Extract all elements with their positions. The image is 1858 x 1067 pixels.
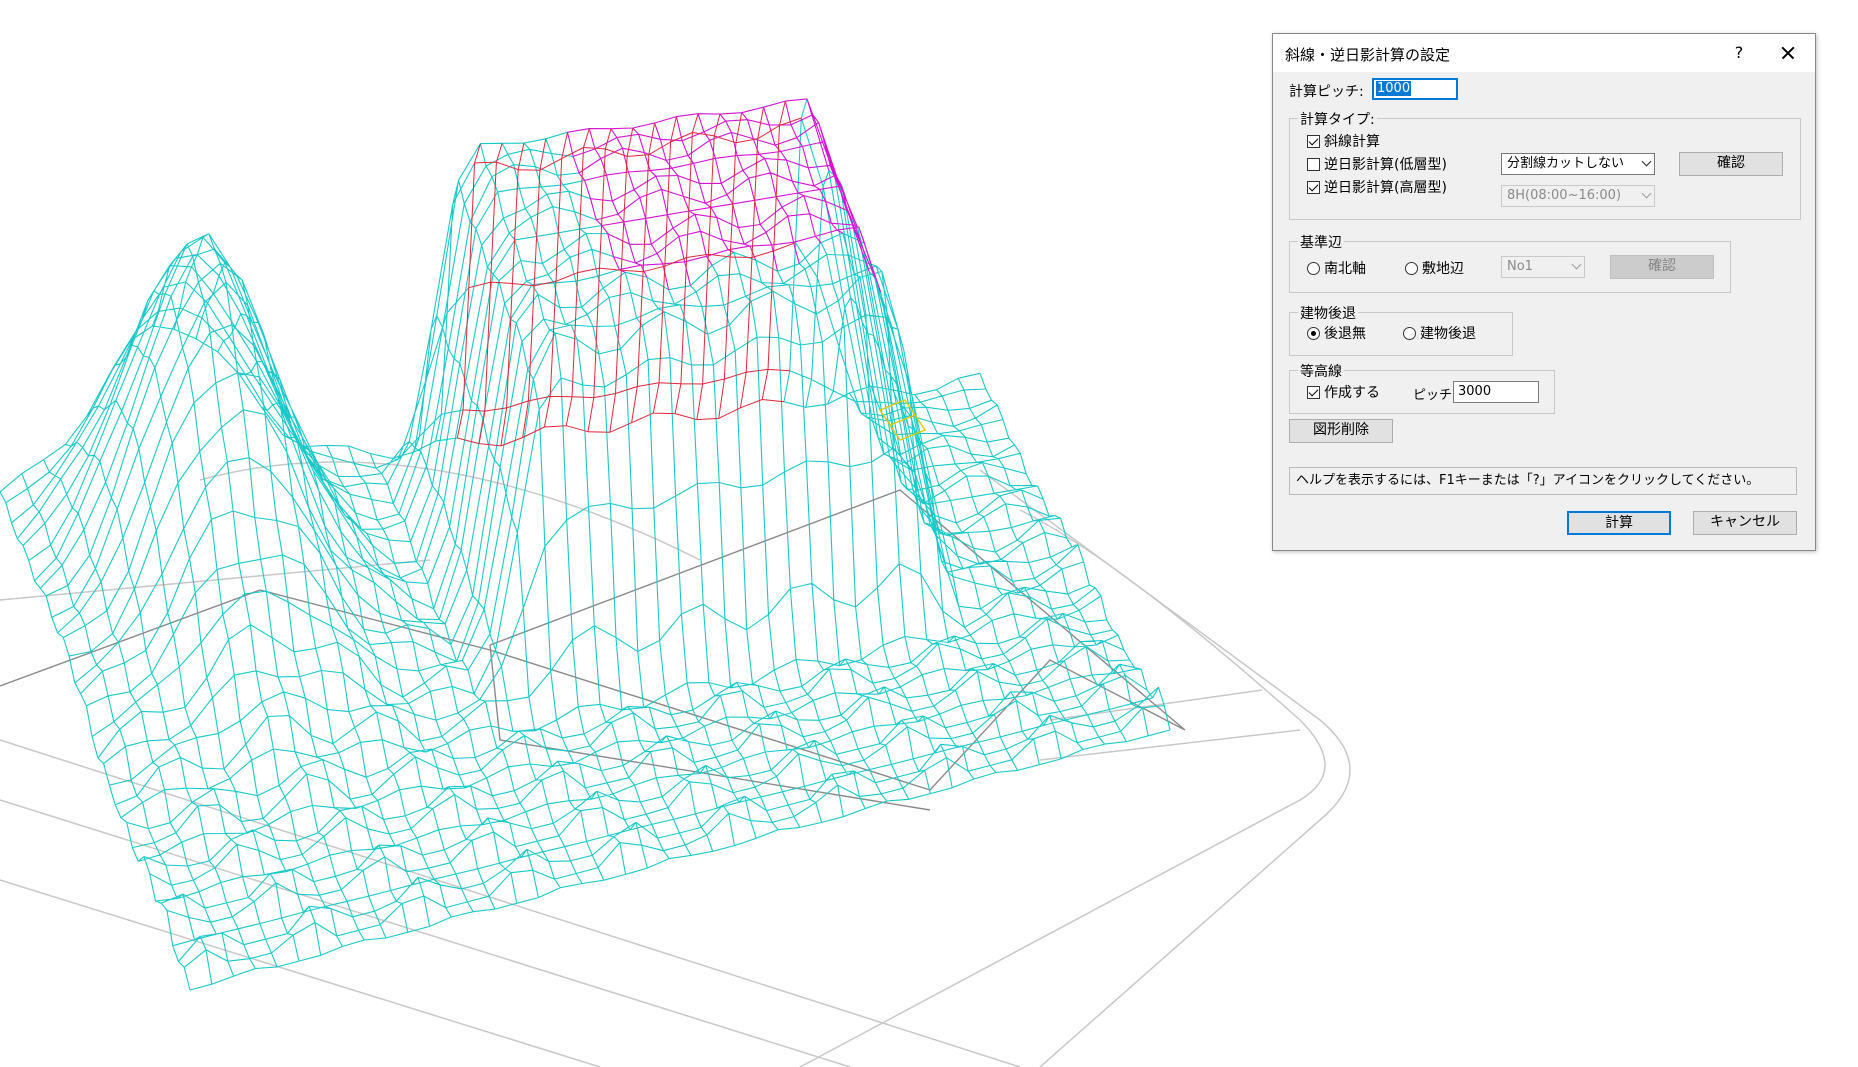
site-outline xyxy=(0,489,1186,811)
calc-pitch-label: 計算ピッチ: xyxy=(1289,84,1364,100)
base-edge-title: 基準辺 xyxy=(1298,232,1344,252)
inverse-high-checkbox[interactable]: 逆日影計算(高層型) xyxy=(1307,179,1447,197)
close-icon[interactable] xyxy=(1769,40,1805,66)
help-status-text: ヘルプを表示するには、F1キーまたは「?」アイコンをクリックしてください。 xyxy=(1289,467,1797,495)
checkbox-checked-icon xyxy=(1307,181,1320,194)
inverse-low-label: 逆日影計算(低層型) xyxy=(1324,157,1447,173)
slope-calc-checkbox[interactable]: 斜線計算 xyxy=(1307,133,1380,151)
radio-site-edge-label: 敷地辺 xyxy=(1422,261,1464,277)
inverse-high-label: 逆日影計算(高層型) xyxy=(1324,180,1447,196)
road-lines xyxy=(0,461,1351,1067)
split-line-select[interactable]: 分割線カットしない xyxy=(1501,153,1655,175)
contour-pitch-input[interactable]: 3000 xyxy=(1453,381,1539,403)
chevron-down-icon xyxy=(1571,259,1582,270)
mesh-lines xyxy=(0,98,1171,991)
time-range-select[interactable]: 8H(08:00~16:00) xyxy=(1501,185,1655,207)
contour-create-label: 作成する xyxy=(1324,385,1380,401)
radio-setback[interactable]: 建物後退 xyxy=(1403,325,1476,343)
contour-create-checkbox[interactable]: 作成する xyxy=(1307,384,1380,402)
radio-unselected-icon xyxy=(1403,327,1416,340)
radio-unselected-icon xyxy=(1405,262,1418,275)
delete-shapes-button[interactable]: 図形削除 xyxy=(1289,419,1393,443)
checkbox-unchecked-icon xyxy=(1307,158,1320,171)
setback-title: 建物後退 xyxy=(1298,303,1358,323)
base-edge-confirm-button[interactable]: 確認 xyxy=(1610,255,1714,279)
checkbox-checked-icon xyxy=(1307,386,1320,399)
checkbox-checked-icon xyxy=(1307,135,1320,148)
time-range-value: 8H(08:00~16:00) xyxy=(1507,188,1622,203)
slope-calc-label: 斜線計算 xyxy=(1324,134,1380,150)
contour-pitch-value: 3000 xyxy=(1458,384,1492,399)
radio-setback-label: 建物後退 xyxy=(1420,326,1476,342)
terrain-mesh xyxy=(0,98,1171,991)
dialog-title: 斜線・逆日影計算の設定 xyxy=(1285,46,1451,64)
settings-dialog: 斜線・逆日影計算の設定 ? 計算ピッチ: 1000 計算タイプ: 斜線計算 逆日… xyxy=(1272,33,1816,551)
contour-title: 等高線 xyxy=(1298,361,1344,381)
edge-number-select[interactable]: No1 xyxy=(1501,256,1585,278)
inverse-low-checkbox[interactable]: 逆日影計算(低層型) xyxy=(1307,156,1447,174)
radio-selected-icon xyxy=(1307,327,1320,340)
calc-pitch-value: 1000 xyxy=(1376,81,1412,96)
help-icon[interactable]: ? xyxy=(1721,40,1757,66)
chevron-down-icon xyxy=(1641,156,1652,167)
edge-number-value: No1 xyxy=(1507,259,1533,274)
contour-pitch-label: ピッチ xyxy=(1413,388,1453,403)
cancel-button[interactable]: キャンセル xyxy=(1693,511,1797,535)
radio-north-south[interactable]: 南北軸 xyxy=(1307,260,1366,278)
radio-unselected-icon xyxy=(1307,262,1320,275)
dialog-titlebar[interactable]: 斜線・逆日影計算の設定 ? xyxy=(1273,34,1815,72)
chevron-down-icon xyxy=(1641,188,1652,199)
roof-face-mesh xyxy=(566,98,882,293)
calc-type-confirm-button[interactable]: 確認 xyxy=(1679,152,1783,176)
radio-no-setback[interactable]: 後退無 xyxy=(1307,325,1366,343)
radio-no-setback-label: 後退無 xyxy=(1324,326,1366,342)
split-line-value: 分割線カットしない xyxy=(1507,156,1625,171)
calculate-button[interactable]: 計算 xyxy=(1567,511,1671,535)
radio-north-south-label: 南北軸 xyxy=(1324,261,1366,277)
mesh-lines xyxy=(566,98,882,293)
radio-site-edge[interactable]: 敷地辺 xyxy=(1405,260,1464,278)
calc-type-title: 計算タイプ: xyxy=(1298,109,1377,129)
calc-pitch-input[interactable]: 1000 xyxy=(1372,78,1458,100)
